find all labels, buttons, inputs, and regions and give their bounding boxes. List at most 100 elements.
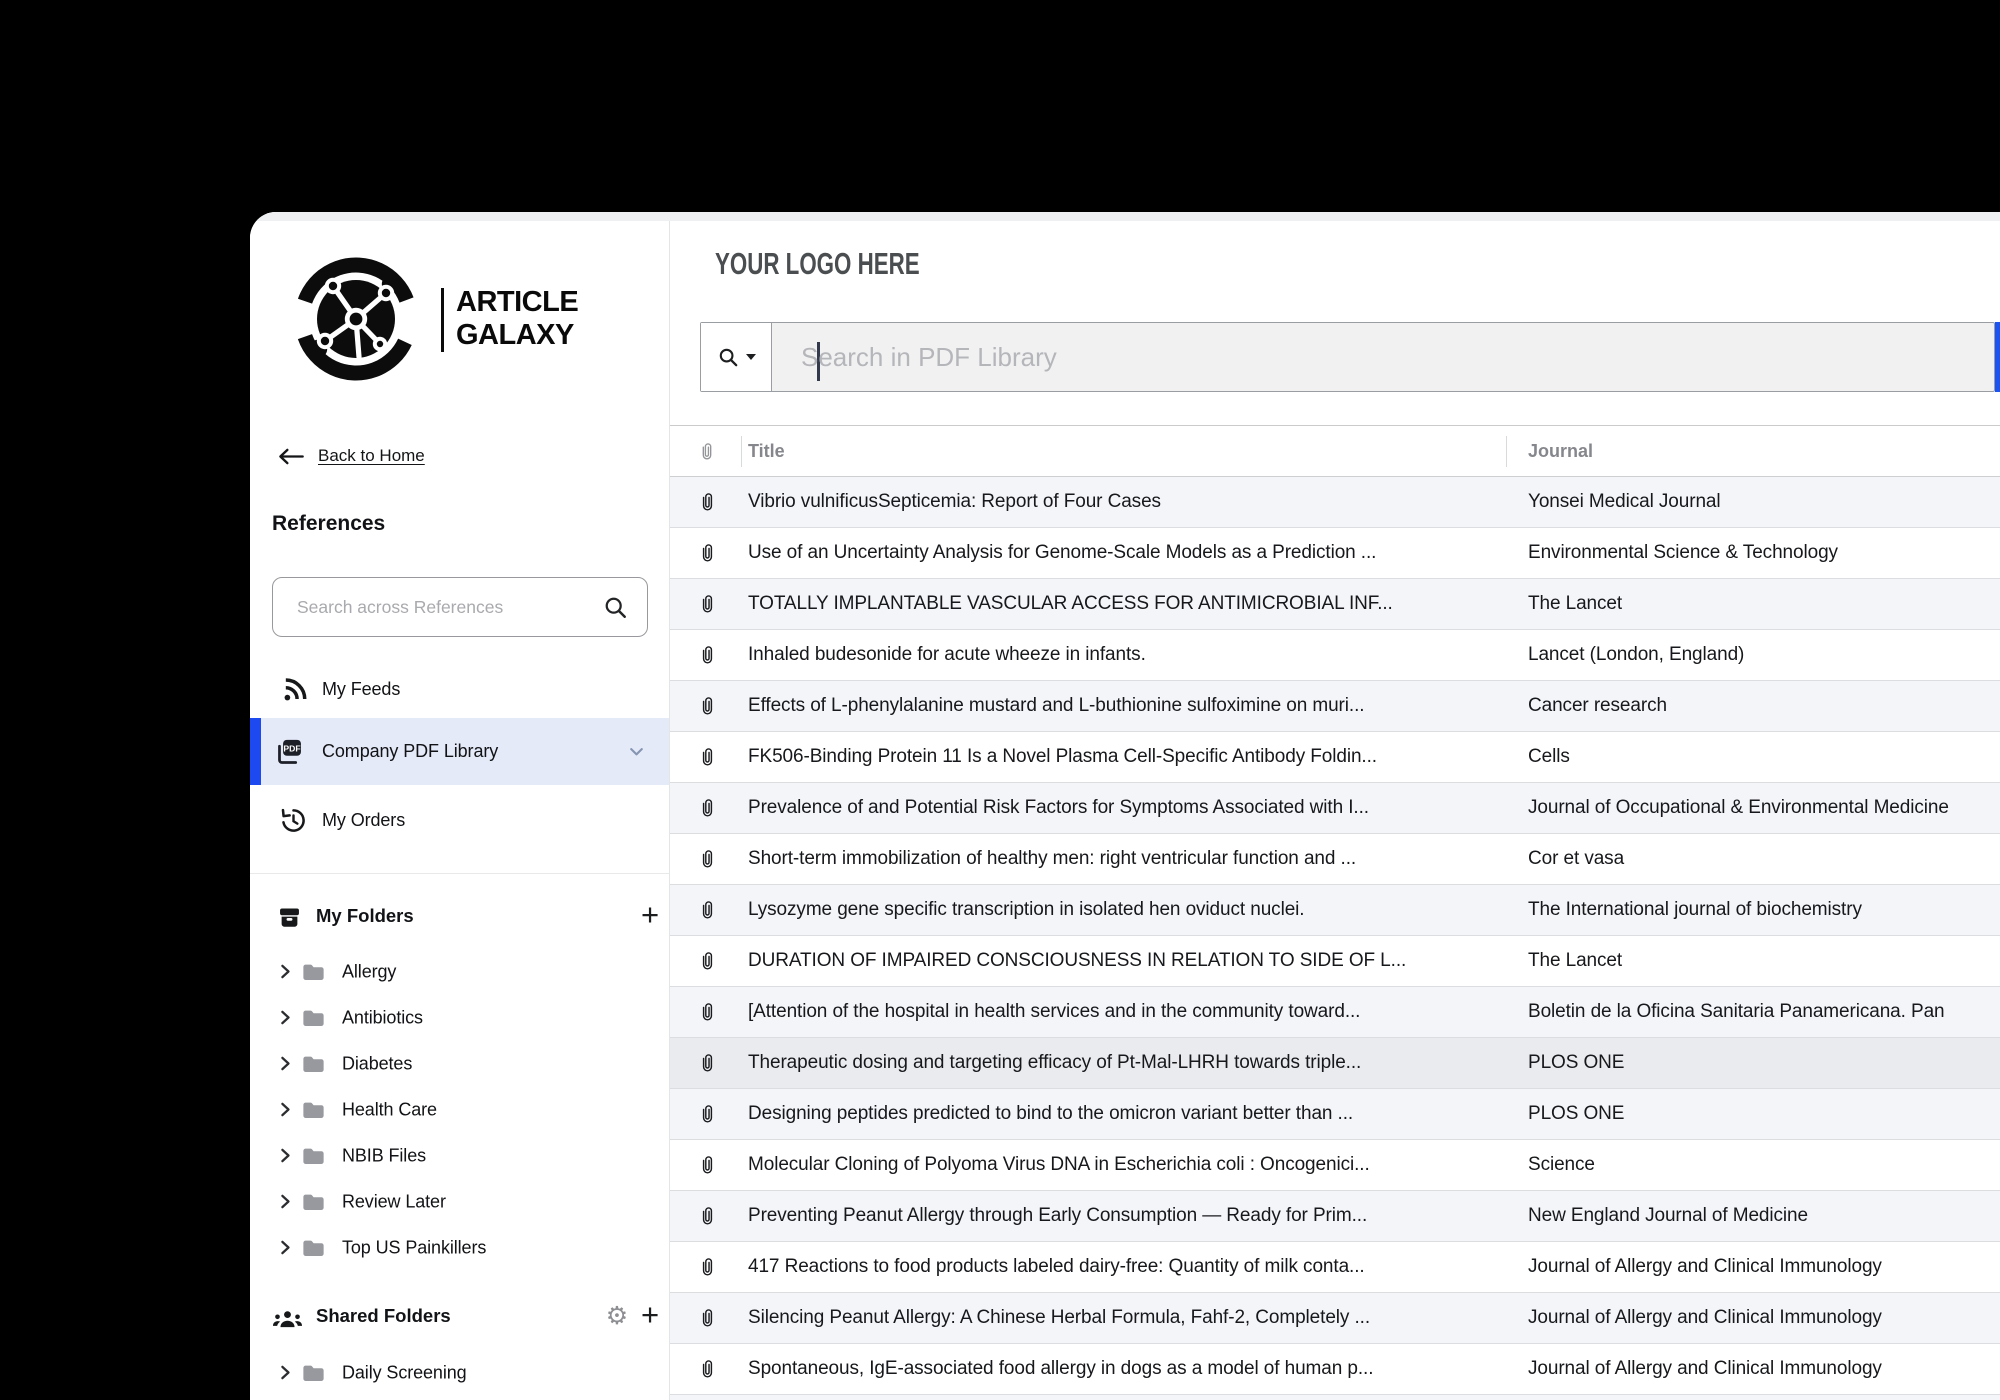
chevron-right-icon[interactable]: [280, 1010, 291, 1025]
table-row[interactable]: Molecular Cloning of Polyoma Virus DNA i…: [670, 1140, 2000, 1191]
row-title[interactable]: Inhaled budesonide for acute wheeze in i…: [748, 630, 1490, 680]
row-title[interactable]: Spontaneous, IgE-associated food allergy…: [748, 1344, 1490, 1394]
folder-item[interactable]: Diabetes: [250, 1041, 669, 1087]
row-journal[interactable]: Yonsei Medical Journal: [1528, 477, 2000, 527]
paperclip-icon[interactable]: [699, 950, 716, 973]
row-title[interactable]: Therapeutic dosing and targeting efficac…: [748, 1038, 1490, 1088]
row-journal[interactable]: The International journal of biochemistr…: [1528, 885, 2000, 935]
back-to-home-label[interactable]: Back to Home: [318, 446, 425, 466]
sidebar-item-my-feeds[interactable]: My Feeds: [250, 666, 669, 712]
row-journal[interactable]: Journal of Allergy and Clinical Immunolo…: [1528, 1344, 2000, 1394]
table-row[interactable]: Silencing Peanut Allergy: A Chinese Herb…: [670, 1293, 2000, 1344]
paperclip-icon[interactable]: [699, 848, 716, 871]
table-row[interactable]: Designing peptides predicted to bind to …: [670, 1089, 2000, 1140]
folder-label[interactable]: Diabetes: [342, 1054, 412, 1075]
folder-item[interactable]: Allergy: [250, 949, 669, 995]
sidebar-item-label[interactable]: Company PDF Library: [322, 741, 498, 762]
row-title[interactable]: [Attention of the hospital in health ser…: [748, 987, 1490, 1037]
table-row[interactable]: TOTALLY IMPLANTABLE VASCULAR ACCESS FOR …: [670, 579, 2000, 630]
paperclip-icon[interactable]: [699, 797, 716, 820]
row-title[interactable]: Designing peptides predicted to bind to …: [748, 1089, 1490, 1139]
paperclip-icon[interactable]: [699, 1001, 716, 1024]
paperclip-icon[interactable]: [699, 746, 716, 769]
table-row[interactable]: FK506-Binding Protein 11 Is a Novel Plas…: [670, 732, 2000, 783]
paperclip-icon[interactable]: [699, 695, 716, 718]
row-title[interactable]: TOTALLY IMPLANTABLE VASCULAR ACCESS FOR …: [748, 579, 1490, 629]
paperclip-icon[interactable]: [699, 644, 716, 667]
chevron-right-icon[interactable]: [280, 1194, 291, 1209]
folder-item[interactable]: Antibiotics: [250, 995, 669, 1041]
row-title[interactable]: Effects of L-phenylalanine mustard and L…: [748, 681, 1490, 731]
paperclip-icon[interactable]: [699, 542, 716, 565]
table-row[interactable]: Vibrio vulnificusSepticemia: Report of F…: [670, 477, 2000, 528]
paperclip-icon[interactable]: [699, 899, 716, 922]
row-title[interactable]: FK506-Binding Protein 11 Is a Novel Plas…: [748, 732, 1490, 782]
gear-icon[interactable]: ⚙: [602, 1301, 632, 1331]
row-journal[interactable]: Cancer research: [1528, 681, 2000, 731]
folder-item[interactable]: Health Care: [250, 1087, 669, 1133]
table-row[interactable]: Effects of L-phenylalanine mustard and L…: [670, 681, 2000, 732]
folder-label[interactable]: Allergy: [342, 962, 396, 983]
row-title[interactable]: Short-term immobilization of healthy men…: [748, 834, 1490, 884]
row-journal[interactable]: Environmental Science & Technology: [1528, 528, 2000, 578]
row-journal[interactable]: Journal of Allergy and Clinical Immunolo…: [1528, 1293, 2000, 1343]
chevron-right-icon[interactable]: [280, 1365, 291, 1380]
chevron-down-icon[interactable]: [625, 740, 648, 768]
table-row[interactable]: Inhaled budesonide for acute wheeze in i…: [670, 630, 2000, 681]
row-title[interactable]: 417 Reactions to food products labeled d…: [748, 1242, 1490, 1292]
paperclip-icon[interactable]: [699, 441, 715, 462]
paperclip-icon[interactable]: [699, 1052, 716, 1075]
table-row[interactable]: Spontaneous, IgE-associated food allergy…: [670, 1344, 2000, 1395]
paperclip-icon[interactable]: [699, 1103, 716, 1126]
pdf-library-search-input[interactable]: [771, 323, 1994, 391]
paperclip-icon[interactable]: [699, 1307, 716, 1330]
row-journal[interactable]: PLOS ONE: [1528, 1089, 2000, 1139]
folder-label[interactable]: Daily Screening: [342, 1363, 467, 1384]
table-row[interactable]: Prevalence of and Potential Risk Factors…: [670, 783, 2000, 834]
references-search-input[interactable]: [273, 578, 647, 636]
paperclip-icon[interactable]: [699, 1205, 716, 1228]
row-journal[interactable]: The Lancet: [1528, 936, 2000, 986]
row-title[interactable]: Use of an Uncertainty Analysis for Genom…: [748, 528, 1490, 578]
row-journal[interactable]: Lancet (London, England): [1528, 630, 2000, 680]
table-row[interactable]: Therapeutic dosing and targeting efficac…: [670, 1038, 2000, 1089]
row-journal[interactable]: Boletin de la Oficina Sanitaria Panameri…: [1528, 987, 2000, 1037]
paperclip-icon[interactable]: [699, 1358, 716, 1381]
paperclip-icon[interactable]: [699, 491, 716, 514]
folder-label[interactable]: Antibiotics: [342, 1008, 423, 1029]
folder-label[interactable]: Top US Painkillers: [342, 1238, 486, 1259]
row-title[interactable]: Vibrio vulnificusSepticemia: Report of F…: [748, 477, 1490, 527]
folder-label[interactable]: Health Care: [342, 1100, 437, 1121]
table-row[interactable]: [Attention of the hospital in health ser…: [670, 987, 2000, 1038]
search-scope-dropdown[interactable]: [701, 323, 772, 391]
row-title[interactable]: Lysozyme gene specific transcription in …: [748, 885, 1490, 935]
row-journal[interactable]: Cor et vasa: [1528, 834, 2000, 884]
table-row[interactable]: Preventing Peanut Allergy through Early …: [670, 1191, 2000, 1242]
folder-label[interactable]: Review Later: [342, 1192, 446, 1213]
paperclip-icon[interactable]: [699, 593, 716, 616]
row-title[interactable]: Prevalence of and Potential Risk Factors…: [748, 783, 1490, 833]
sidebar-item-label[interactable]: My Orders: [322, 810, 405, 831]
row-journal[interactable]: PLOS ONE: [1528, 1038, 2000, 1088]
row-journal[interactable]: Science: [1528, 1140, 2000, 1190]
row-journal[interactable]: Journal of Allergy and Clinical Immunolo…: [1528, 1242, 2000, 1292]
chevron-right-icon[interactable]: [280, 1148, 291, 1163]
chevron-right-icon[interactable]: [280, 1056, 291, 1071]
folder-item[interactable]: Daily Screening: [250, 1350, 669, 1396]
paperclip-icon[interactable]: [699, 1154, 716, 1177]
search-button-edge[interactable]: [1995, 322, 2000, 392]
row-journal[interactable]: New England Journal of Medicine: [1528, 1191, 2000, 1241]
sidebar-item-label[interactable]: My Feeds: [322, 679, 400, 700]
folder-item[interactable]: Top US Painkillers: [250, 1225, 669, 1271]
paperclip-icon[interactable]: [699, 1256, 716, 1279]
chevron-right-icon[interactable]: [280, 964, 291, 979]
table-row[interactable]: Short-term immobilization of healthy men…: [670, 834, 2000, 885]
row-title[interactable]: Silencing Peanut Allergy: A Chinese Herb…: [748, 1293, 1490, 1343]
back-to-home-link[interactable]: Back to Home: [277, 440, 425, 472]
row-journal[interactable]: Cells: [1528, 732, 2000, 782]
chevron-right-icon[interactable]: [280, 1240, 291, 1255]
sidebar-item-company-pdf-library[interactable]: PDF Company PDF Library: [250, 718, 669, 785]
column-header-journal[interactable]: Journal: [1528, 426, 1593, 477]
row-journal[interactable]: Journal of Occupational & Environmental …: [1528, 783, 2000, 833]
search-icon[interactable]: [602, 594, 629, 626]
